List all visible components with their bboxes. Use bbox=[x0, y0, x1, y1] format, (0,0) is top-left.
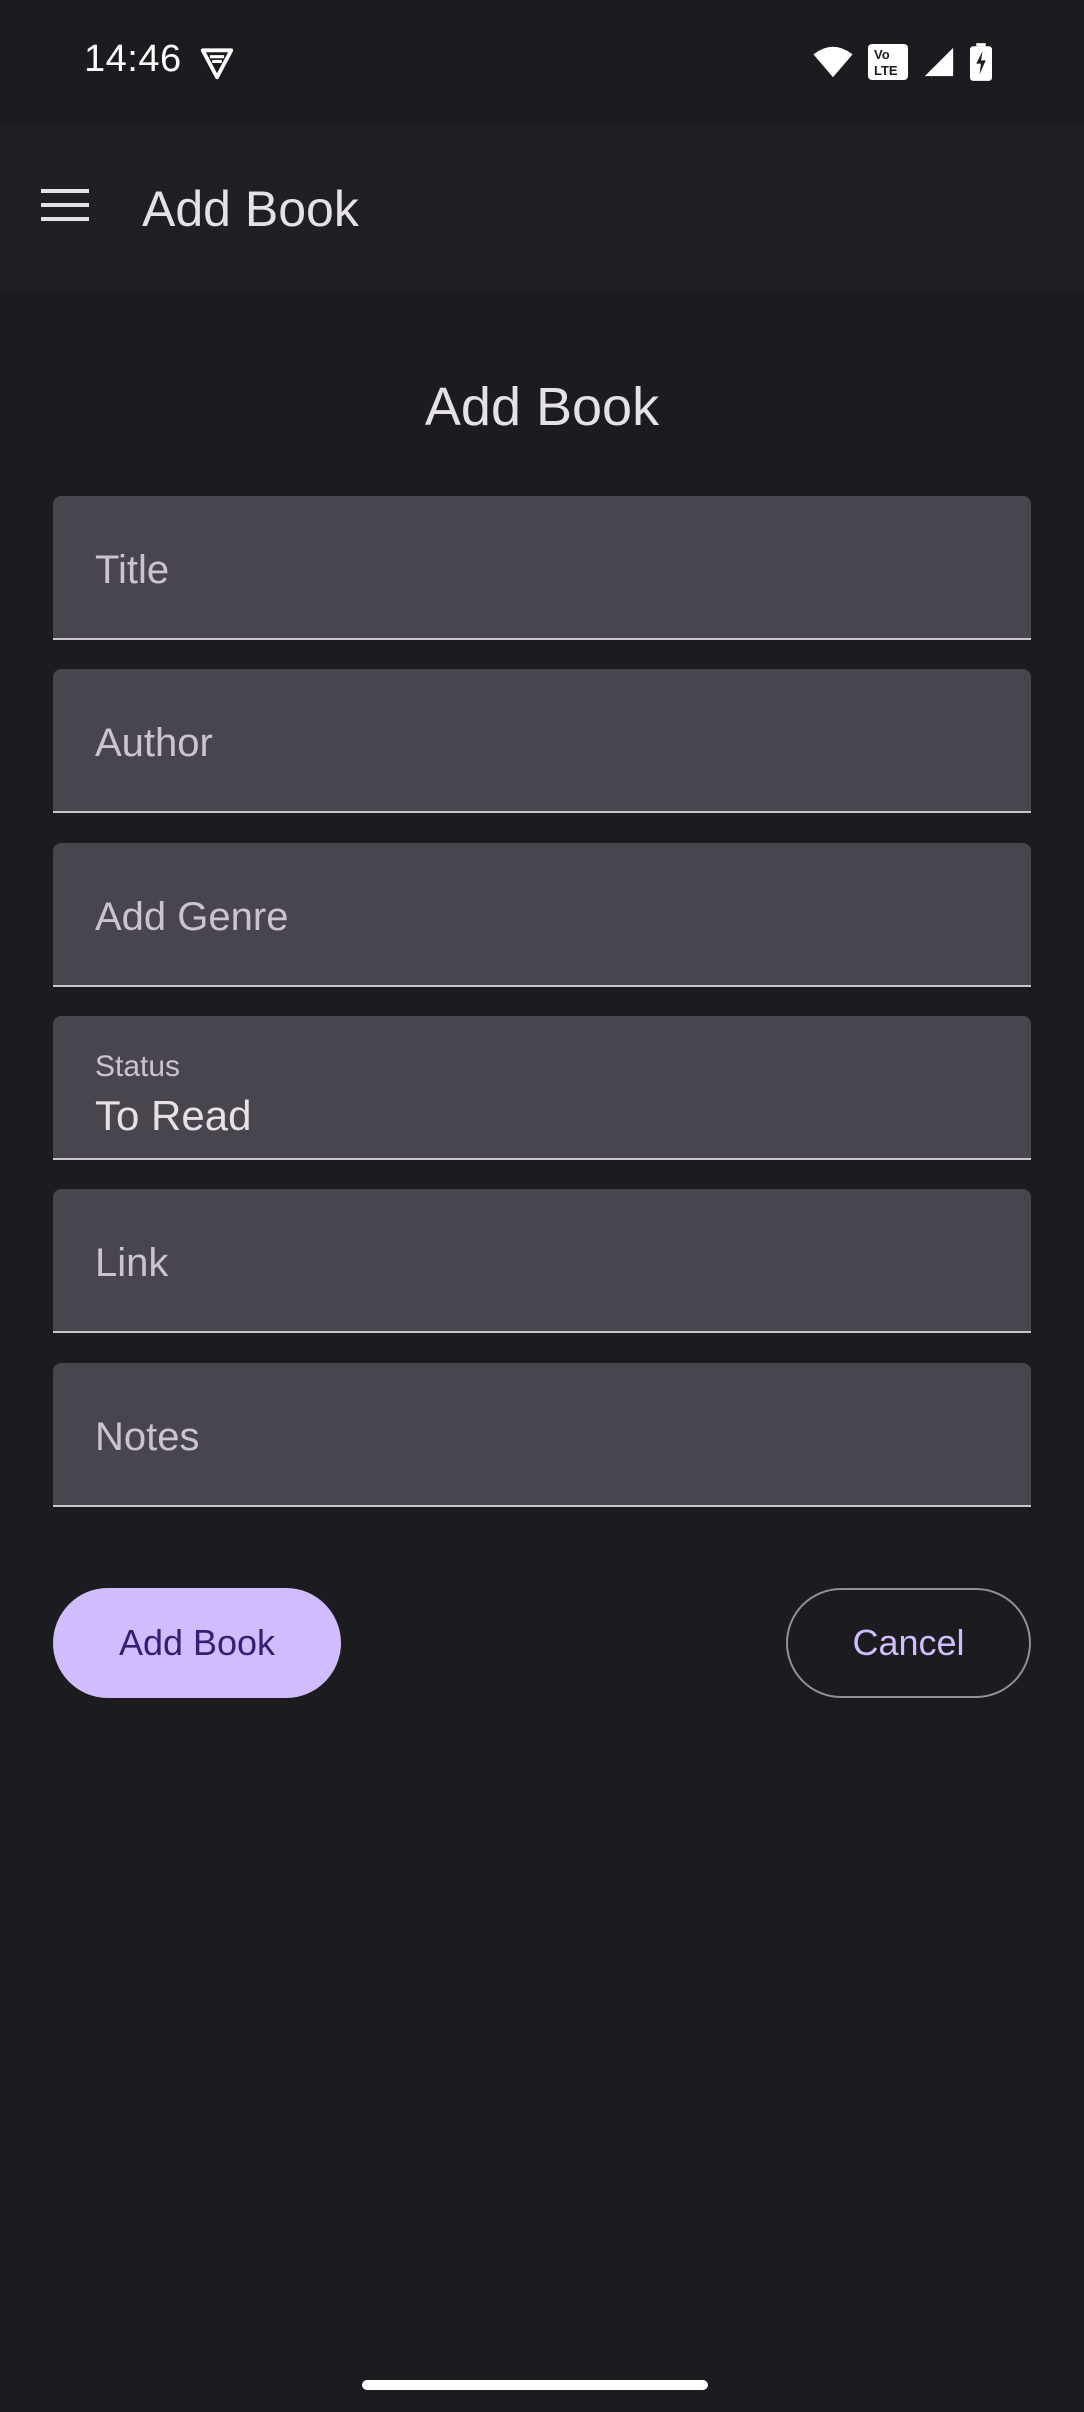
volte-icon: Vo LTE bbox=[868, 44, 908, 80]
genre-placeholder: Add Genre bbox=[95, 895, 289, 939]
signal-icon bbox=[924, 47, 954, 77]
menu-icon[interactable] bbox=[30, 170, 100, 240]
cancel-button[interactable]: Cancel bbox=[786, 1588, 1031, 1698]
notes-placeholder: Notes bbox=[95, 1415, 200, 1459]
page-title: Add Book bbox=[424, 377, 660, 437]
status-bar: 14:46 Vo LTE bbox=[0, 0, 1084, 124]
author-placeholder: Author bbox=[95, 721, 213, 765]
app-bar-title: Add Book bbox=[142, 181, 359, 237]
add-book-button[interactable]: Add Book bbox=[53, 1588, 341, 1698]
vpn-icon bbox=[200, 48, 234, 80]
top-app-bar: Add Book bbox=[0, 124, 1084, 292]
screen: 14:46 Vo LTE Add Book Add Book Title Aut… bbox=[0, 0, 1084, 2412]
title-field[interactable]: Title bbox=[53, 496, 1031, 640]
status-label: Status bbox=[95, 1050, 181, 1083]
author-field[interactable]: Author bbox=[53, 669, 1031, 813]
wifi-icon bbox=[813, 46, 853, 78]
battery-charging-icon bbox=[970, 43, 992, 81]
genre-field[interactable]: Add Genre bbox=[53, 843, 1031, 987]
home-indicator[interactable] bbox=[362, 2380, 708, 2390]
svg-text:Vo: Vo bbox=[874, 47, 890, 62]
link-placeholder: Link bbox=[95, 1241, 169, 1285]
notes-field[interactable]: Notes bbox=[53, 1363, 1031, 1507]
title-placeholder: Title bbox=[95, 548, 170, 592]
svg-text:LTE: LTE bbox=[874, 63, 898, 78]
status-time: 14:46 bbox=[84, 38, 182, 80]
status-icons: Vo LTE bbox=[812, 42, 992, 82]
status-field[interactable]: Status To Read bbox=[53, 1016, 1031, 1160]
status-value: To Read bbox=[95, 1092, 252, 1139]
link-field[interactable]: Link bbox=[53, 1189, 1031, 1333]
